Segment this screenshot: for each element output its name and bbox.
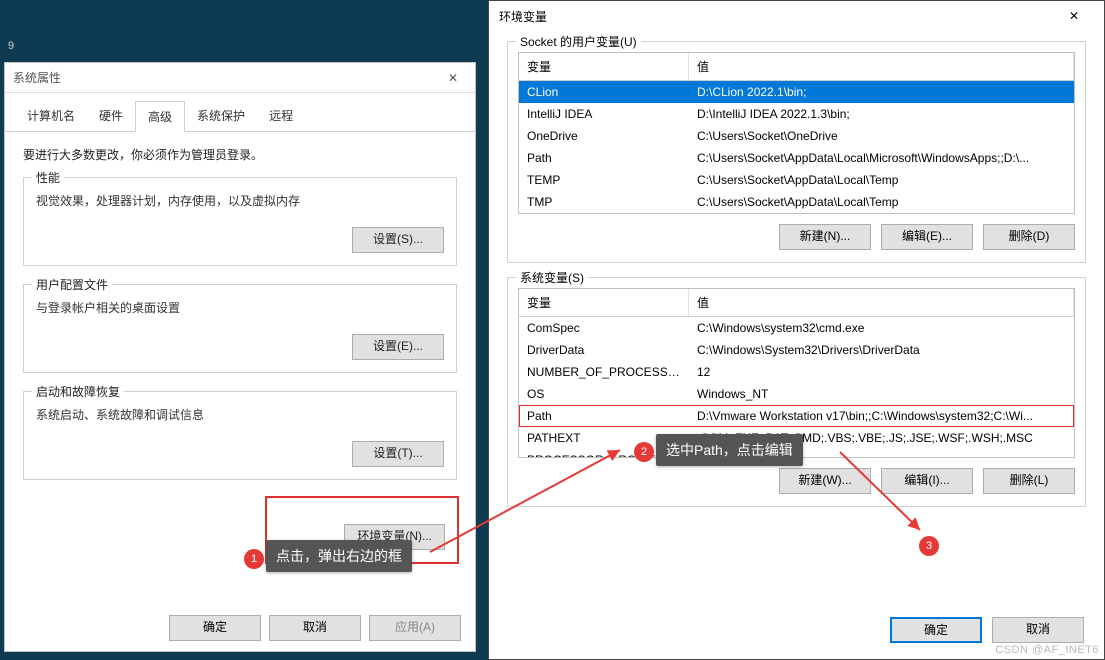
table-row[interactable]: PathD:\Vmware Workstation v17\bin;;C:\Wi… <box>519 405 1074 427</box>
sysprops-footer: 确定 取消 应用(A) <box>169 615 461 641</box>
system-delete-button[interactable]: 删除(L) <box>983 468 1075 494</box>
table-row[interactable]: IntelliJ IDEAD:\IntelliJ IDEA 2022.1.3\b… <box>519 103 1074 125</box>
table-header: 变量 值 <box>519 289 1074 317</box>
cancel-button[interactable]: 取消 <box>992 617 1084 643</box>
cell-value: D:\CLion 2022.1\bin; <box>689 82 1074 102</box>
cell-variable: OneDrive <box>519 126 689 146</box>
close-icon[interactable]: ✕ <box>1054 4 1094 28</box>
performance-settings-button[interactable]: 设置(S)... <box>352 227 444 253</box>
cancel-button[interactable]: 取消 <box>269 615 361 641</box>
cell-value: C:\Windows\system32\cmd.exe <box>689 318 1074 338</box>
user-vars-table: 变量 值 CLionD:\CLion 2022.1\bin;IntelliJ I… <box>518 52 1075 214</box>
startup-desc: 系统启动、系统故障和调试信息 <box>36 406 444 423</box>
system-variables-group: 系统变量(S) 变量 值 ComSpecC:\Windows\system32\… <box>507 277 1086 507</box>
table-row[interactable]: OneDriveC:\Users\Socket\OneDrive <box>519 125 1074 147</box>
tab-remote[interactable]: 远程 <box>257 101 305 131</box>
cell-value: 12 <box>689 362 1074 382</box>
user-vars-legend: Socket 的用户变量(U) <box>516 33 641 50</box>
system-edit-button[interactable]: 编辑(I)... <box>881 468 973 494</box>
cell-variable: ComSpec <box>519 318 689 338</box>
annotation-badge-1: 1 <box>244 549 264 569</box>
cell-value: C:\Users\Socket\OneDrive <box>689 126 1074 146</box>
user-vars-actions: 新建(N)... 编辑(E)... 删除(D) <box>518 224 1075 250</box>
user-edit-button[interactable]: 编辑(E)... <box>881 224 973 250</box>
cell-value: D:\Vmware Workstation v17\bin;;C:\Window… <box>689 406 1074 426</box>
cell-variable: Path <box>519 148 689 168</box>
annotation-badge-2: 2 <box>634 442 654 462</box>
performance-desc: 视觉效果，处理器计划，内存使用，以及虚拟内存 <box>36 192 444 209</box>
annotation-callout-2: 选中Path，点击编辑 <box>656 434 803 466</box>
background-text: 9 <box>8 40 14 52</box>
system-vars-actions: 新建(W)... 编辑(I)... 删除(L) <box>518 468 1075 494</box>
user-profiles-settings-button[interactable]: 设置(E)... <box>352 334 444 360</box>
cell-value: D:\IntelliJ IDEA 2022.1.3\bin; <box>689 104 1074 124</box>
envwin-titlebar: 环境变量 ✕ <box>489 1 1104 31</box>
user-new-button[interactable]: 新建(N)... <box>779 224 871 250</box>
cell-variable: NUMBER_OF_PROCESSORS <box>519 362 689 382</box>
table-row[interactable]: DriverDataC:\Windows\System32\Drivers\Dr… <box>519 339 1074 361</box>
sysprops-body: 要进行大多数更改，你必须作为管理员登录。 性能 视觉效果，处理器计划，内存使用，… <box>5 132 475 576</box>
ok-button[interactable]: 确定 <box>890 617 982 643</box>
cell-variable: TMP <box>519 192 689 212</box>
cell-variable: Path <box>519 406 689 426</box>
tab-hardware[interactable]: 硬件 <box>87 101 135 131</box>
tab-advanced[interactable]: 高级 <box>135 101 185 132</box>
table-row[interactable]: NUMBER_OF_PROCESSORS12 <box>519 361 1074 383</box>
sysprops-titlebar: 系统属性 ✕ <box>5 63 475 93</box>
watermark: CSDN @AF_INET6 <box>995 644 1099 656</box>
ok-button[interactable]: 确定 <box>169 615 261 641</box>
sysprops-title: 系统属性 <box>13 69 61 86</box>
table-row[interactable]: OSWindows_NT <box>519 383 1074 405</box>
sysprops-tabs: 计算机名 硬件 高级 系统保护 远程 <box>5 93 475 132</box>
cell-value: C:\Users\Socket\AppData\Local\Temp <box>689 192 1074 212</box>
table-header: 变量 值 <box>519 53 1074 81</box>
user-vars-rows: CLionD:\CLion 2022.1\bin;IntelliJ IDEAD:… <box>519 81 1074 213</box>
col-value[interactable]: 值 <box>689 289 1074 316</box>
cell-value: C:\Windows\System32\Drivers\DriverData <box>689 340 1074 360</box>
cell-variable: IntelliJ IDEA <box>519 104 689 124</box>
cell-value: C:\Users\Socket\AppData\Local\Temp <box>689 170 1074 190</box>
user-delete-button[interactable]: 删除(D) <box>983 224 1075 250</box>
startup-legend: 启动和故障恢复 <box>32 383 124 400</box>
envwin-footer: 确定 取消 <box>890 617 1084 643</box>
startup-settings-button[interactable]: 设置(T)... <box>352 441 444 467</box>
cell-variable: TEMP <box>519 170 689 190</box>
apply-button[interactable]: 应用(A) <box>369 615 461 641</box>
cell-variable: OS <box>519 384 689 404</box>
cell-variable: DriverData <box>519 340 689 360</box>
performance-legend: 性能 <box>32 169 64 186</box>
table-row[interactable]: TEMPC:\Users\Socket\AppData\Local\Temp <box>519 169 1074 191</box>
user-profiles-desc: 与登录帐户相关的桌面设置 <box>36 299 444 316</box>
user-variables-group: Socket 的用户变量(U) 变量 值 CLionD:\CLion 2022.… <box>507 41 1086 263</box>
admin-note: 要进行大多数更改，你必须作为管理员登录。 <box>23 146 457 163</box>
table-row[interactable]: CLionD:\CLion 2022.1\bin; <box>519 81 1074 103</box>
startup-recovery-group: 启动和故障恢复 系统启动、系统故障和调试信息 设置(T)... <box>23 391 457 480</box>
col-variable[interactable]: 变量 <box>519 289 689 316</box>
annotation-badge-3: 3 <box>919 536 939 556</box>
system-vars-legend: 系统变量(S) <box>516 269 588 286</box>
table-row[interactable]: PathC:\Users\Socket\AppData\Local\Micros… <box>519 147 1074 169</box>
user-profiles-group: 用户配置文件 与登录帐户相关的桌面设置 设置(E)... <box>23 284 457 373</box>
system-vars-table: 变量 值 ComSpecC:\Windows\system32\cmd.exeD… <box>518 288 1075 458</box>
performance-group: 性能 视觉效果，处理器计划，内存使用，以及虚拟内存 设置(S)... <box>23 177 457 266</box>
tab-system-protection[interactable]: 系统保护 <box>185 101 257 131</box>
close-icon[interactable]: ✕ <box>439 68 467 88</box>
annotation-callout-1: 点击，弹出右边的框 <box>266 540 412 572</box>
col-variable[interactable]: 变量 <box>519 53 689 80</box>
cell-value: Windows_NT <box>689 384 1074 404</box>
tab-computer-name[interactable]: 计算机名 <box>15 101 87 131</box>
col-value[interactable]: 值 <box>689 53 1074 80</box>
environment-variables-window: 环境变量 ✕ Socket 的用户变量(U) 变量 值 CLionD:\CLio… <box>488 0 1105 660</box>
envwin-title: 环境变量 <box>499 8 547 25</box>
user-profiles-legend: 用户配置文件 <box>32 276 112 293</box>
table-row[interactable]: ComSpecC:\Windows\system32\cmd.exe <box>519 317 1074 339</box>
system-new-button[interactable]: 新建(W)... <box>779 468 871 494</box>
table-row[interactable]: TMPC:\Users\Socket\AppData\Local\Temp <box>519 191 1074 213</box>
cell-value: C:\Users\Socket\AppData\Local\Microsoft\… <box>689 148 1074 168</box>
cell-variable: CLion <box>519 82 689 102</box>
